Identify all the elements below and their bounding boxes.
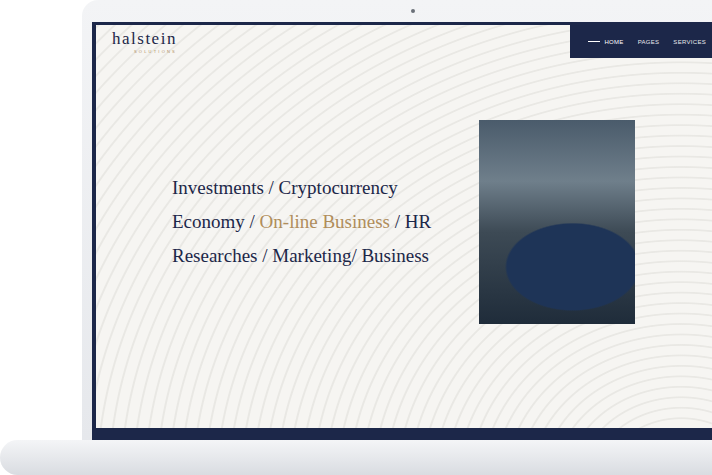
site-header: halsteinSOLUTIONS HOME PAGES SERVICES: [96, 25, 712, 58]
hero-segment: Researches / Marketing/ Business: [172, 245, 429, 266]
logo-name[interactable]: halstein: [112, 30, 177, 49]
logo[interactable]: halsteinSOLUTIONS: [96, 25, 177, 54]
car-photo: [479, 120, 635, 324]
nav-item[interactable]: HOME: [588, 39, 623, 45]
laptop-lid: halsteinSOLUTIONS HOME PAGES SERVICES Invest…: [82, 0, 712, 440]
hero-segment: / HR: [390, 211, 431, 232]
nav-label[interactable]: HOME: [604, 39, 623, 45]
laptop-base: [0, 440, 712, 475]
hero-segment: On-line Business: [260, 211, 390, 232]
laptop-mockup: halsteinSOLUTIONS HOME PAGES SERVICES Invest…: [0, 0, 712, 475]
hero-segment: Investments / Cryptocurrency: [172, 177, 398, 198]
nav-bar: HOME PAGES SERVICES: [570, 25, 712, 58]
nav-item[interactable]: SERVICES: [673, 39, 706, 45]
nav-label[interactable]: SERVICES: [673, 39, 706, 45]
hero-line: Economy / On-line Business / HR: [172, 205, 479, 239]
nav-item[interactable]: PAGES: [638, 39, 660, 45]
camera-icon: [411, 9, 415, 13]
hero-line: Researches / Marketing/ Business: [172, 239, 479, 273]
hero-segment: Economy /: [172, 211, 260, 232]
nav-label[interactable]: PAGES: [638, 39, 660, 45]
laptop-screen: halsteinSOLUTIONS HOME PAGES SERVICES Invest…: [92, 22, 712, 440]
hero: Investments / Cryptocurrency Economy / On…: [96, 58, 712, 324]
hero-line: Investments / Cryptocurrency: [172, 171, 479, 205]
website: halsteinSOLUTIONS HOME PAGES SERVICES Invest…: [96, 25, 712, 428]
logo-tagline: SOLUTIONS: [112, 49, 177, 54]
active-line-icon: [588, 41, 600, 42]
hero-text: Investments / Cryptocurrency Economy / On…: [172, 171, 479, 273]
